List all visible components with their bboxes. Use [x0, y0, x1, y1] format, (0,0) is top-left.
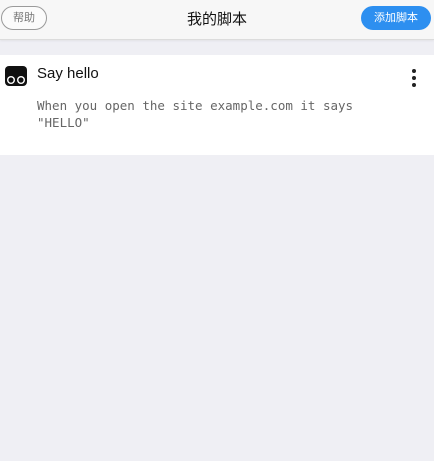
more-options-icon[interactable] — [406, 67, 422, 89]
help-button[interactable]: 帮助 — [1, 6, 47, 30]
script-name: Say hello — [37, 65, 99, 82]
app-header: 我的脚本 帮助 添加脚本 — [0, 0, 434, 40]
add-script-button[interactable]: 添加脚本 — [361, 6, 431, 30]
script-description: When you open the site example.com it sa… — [37, 98, 354, 130]
tampermonkey-icon — [5, 66, 27, 86]
script-card[interactable]: Say hello When you open the site example… — [0, 55, 434, 155]
